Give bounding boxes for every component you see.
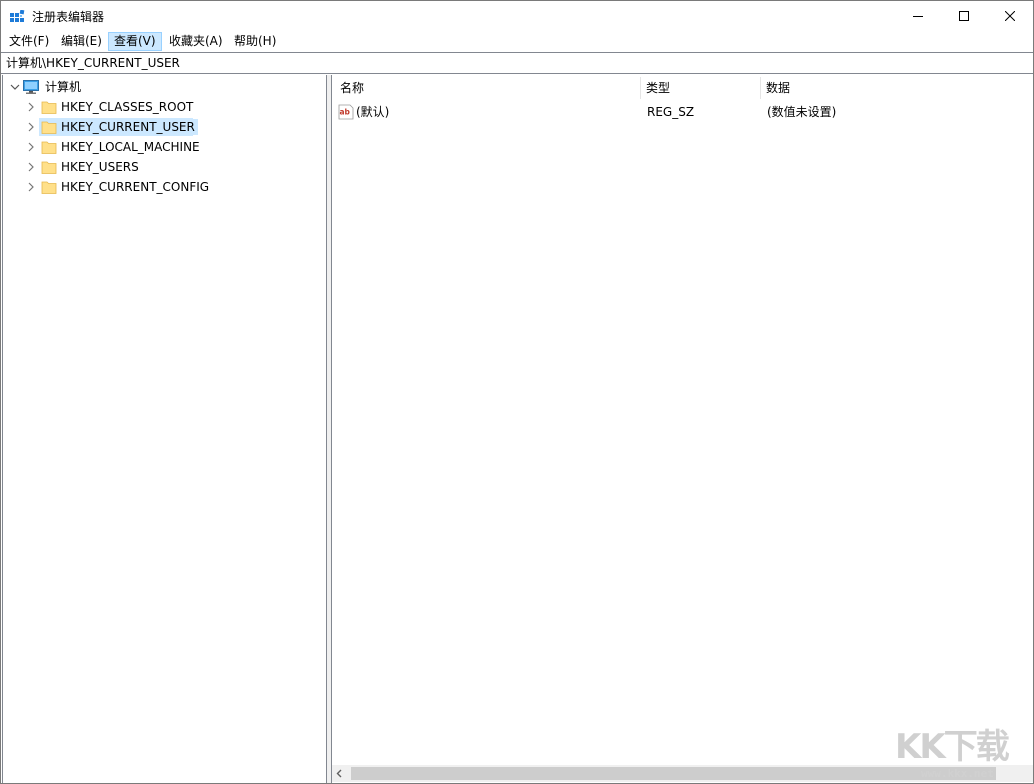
menu-help[interactable]: 帮助(H) — [229, 32, 281, 51]
menu-favorites[interactable]: 收藏夹(A) — [164, 32, 228, 51]
watermark-logo: KK下载 — [895, 727, 1008, 767]
tree-item-label: HKEY_CURRENT_USER — [58, 119, 198, 135]
minimize-icon — [913, 11, 923, 21]
watermark: KK下载 www.kkx.net — [891, 727, 1033, 783]
close-icon — [1005, 11, 1015, 21]
menu-bar: 文件(F) 编辑(E) 查看(V) 收藏夹(A) 帮助(H) — [1, 32, 1033, 52]
chevron-right-icon[interactable] — [25, 121, 37, 133]
column-header-data[interactable]: 数据 — [760, 75, 1030, 101]
chevron-right-icon[interactable] — [25, 181, 37, 193]
folder-icon — [41, 100, 57, 114]
tree-item-hkey-local-machine[interactable]: HKEY_LOCAL_MACHINE — [3, 137, 323, 157]
folder-icon — [41, 160, 57, 174]
menu-file[interactable]: 文件(F) — [4, 32, 54, 51]
folder-icon — [41, 120, 57, 134]
value-name: (默认) — [356, 103, 389, 121]
close-button[interactable] — [987, 1, 1033, 32]
string-value-icon: ab — [338, 104, 354, 120]
chevron-right-icon[interactable] — [25, 161, 37, 173]
folder-icon — [41, 140, 57, 154]
chevron-right-icon[interactable] — [25, 141, 37, 153]
values-list-pane: 名称 类型 数据 ab (默认) REG_SZ (数值未设置) — [331, 75, 1033, 783]
maximize-icon — [959, 11, 969, 21]
value-type: REG_SZ — [647, 103, 694, 121]
chevron-down-icon[interactable] — [9, 81, 21, 93]
tree-item-label: HKEY_CURRENT_CONFIG — [58, 179, 212, 195]
chevron-right-icon[interactable] — [25, 101, 37, 113]
key-tree-pane: 计算机 HKEY_CLASSES_ROOT HKEY_CURRENT_USER — [2, 75, 327, 783]
folder-icon — [41, 180, 57, 194]
column-header-name[interactable]: 名称 — [332, 75, 640, 101]
title-bar[interactable]: 注册表编辑器 — [1, 1, 1033, 32]
svg-text:ab: ab — [340, 108, 351, 117]
tree-item-computer[interactable]: 计算机 — [3, 77, 323, 97]
tree-item-label: 计算机 — [42, 79, 84, 95]
menu-edit[interactable]: 编辑(E) — [56, 32, 107, 51]
minimize-button[interactable] — [895, 1, 941, 32]
tree-item-hkey-classes-root[interactable]: HKEY_CLASSES_ROOT — [3, 97, 323, 117]
tree-item-hkey-users[interactable]: HKEY_USERS — [3, 157, 323, 177]
value-data: (数值未设置) — [767, 103, 836, 121]
maximize-button[interactable] — [941, 1, 987, 32]
scroll-left-icon[interactable] — [335, 769, 344, 778]
tree-item-label: HKEY_LOCAL_MACHINE — [58, 139, 203, 155]
tree-item-hkey-current-user[interactable]: HKEY_CURRENT_USER — [3, 117, 323, 137]
watermark-url: www.kkx.net — [921, 767, 994, 781]
registry-editor-icon — [10, 10, 25, 25]
address-bar[interactable]: 计算机\HKEY_CURRENT_USER — [1, 52, 1033, 74]
tree-item-label: HKEY_CLASSES_ROOT — [58, 99, 196, 115]
computer-icon — [23, 80, 39, 94]
address-path[interactable]: 计算机\HKEY_CURRENT_USER — [6, 56, 180, 71]
window-title: 注册表编辑器 — [32, 9, 104, 25]
tree-item-label: HKEY_USERS — [58, 159, 142, 175]
column-header-type[interactable]: 类型 — [640, 75, 760, 101]
menu-view[interactable]: 查看(V) — [108, 32, 162, 51]
tree-item-hkey-current-config[interactable]: HKEY_CURRENT_CONFIG — [3, 177, 323, 197]
registry-editor-window: 注册表编辑器 文件(F) 编辑(E) 查看(V) 收藏夹(A) 帮助(H) 计算… — [0, 0, 1034, 784]
